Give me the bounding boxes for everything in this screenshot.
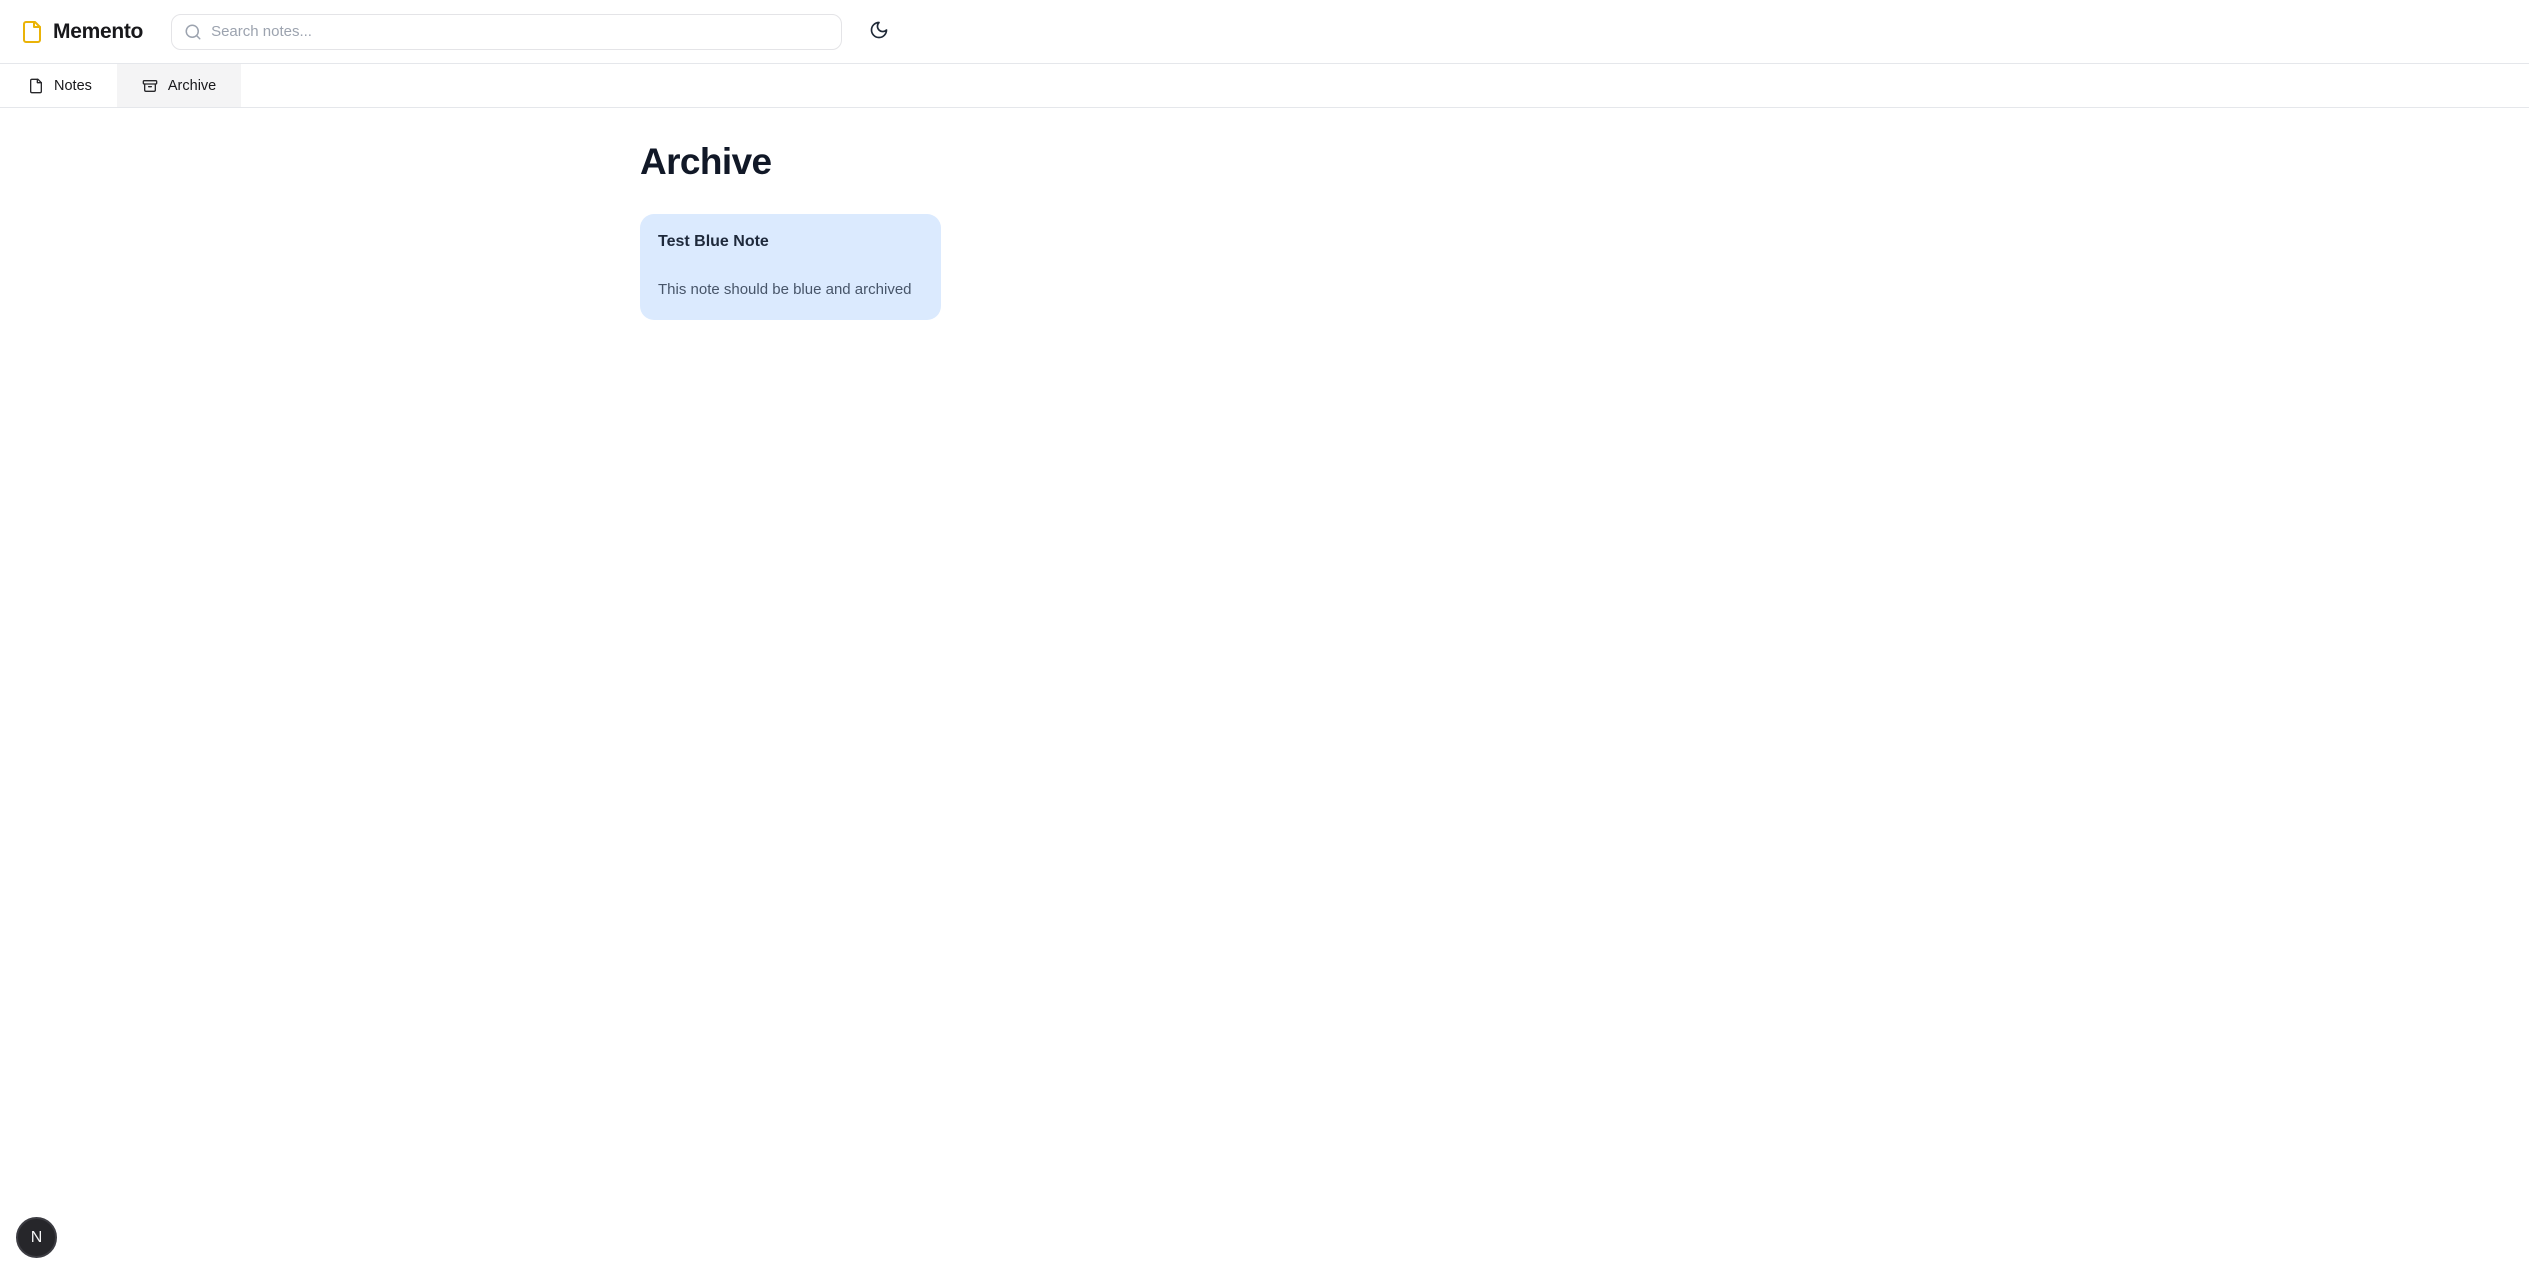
- fab-label: N: [31, 1229, 43, 1247]
- note-title: Test Blue Note: [658, 233, 923, 251]
- tab-archive-label: Archive: [168, 78, 216, 94]
- note-card[interactable]: Test Blue Note This note should be blue …: [640, 214, 941, 320]
- main-content: Archive Test Blue Note This note should …: [640, 108, 1889, 320]
- note-body: This note should be blue and archived: [658, 280, 923, 300]
- app-logo-file-icon: [20, 20, 44, 44]
- fab-new-note-button[interactable]: N: [16, 1217, 57, 1258]
- tab-bar: Notes Archive: [0, 64, 2529, 108]
- search-input[interactable]: [211, 23, 829, 40]
- notes-grid: Test Blue Note This note should be blue …: [640, 214, 1889, 320]
- tab-notes[interactable]: Notes: [3, 64, 117, 107]
- app-header: Memento: [0, 0, 2529, 64]
- theme-toggle-button[interactable]: [859, 12, 899, 52]
- tab-notes-label: Notes: [54, 78, 92, 94]
- search-icon: [184, 23, 202, 41]
- moon-icon: [869, 20, 889, 43]
- app-title: Memento: [53, 20, 143, 44]
- file-icon: [28, 78, 44, 94]
- page-title: Archive: [640, 141, 1889, 183]
- archive-icon: [142, 78, 158, 94]
- tab-archive[interactable]: Archive: [117, 64, 241, 107]
- search-box[interactable]: [171, 14, 842, 50]
